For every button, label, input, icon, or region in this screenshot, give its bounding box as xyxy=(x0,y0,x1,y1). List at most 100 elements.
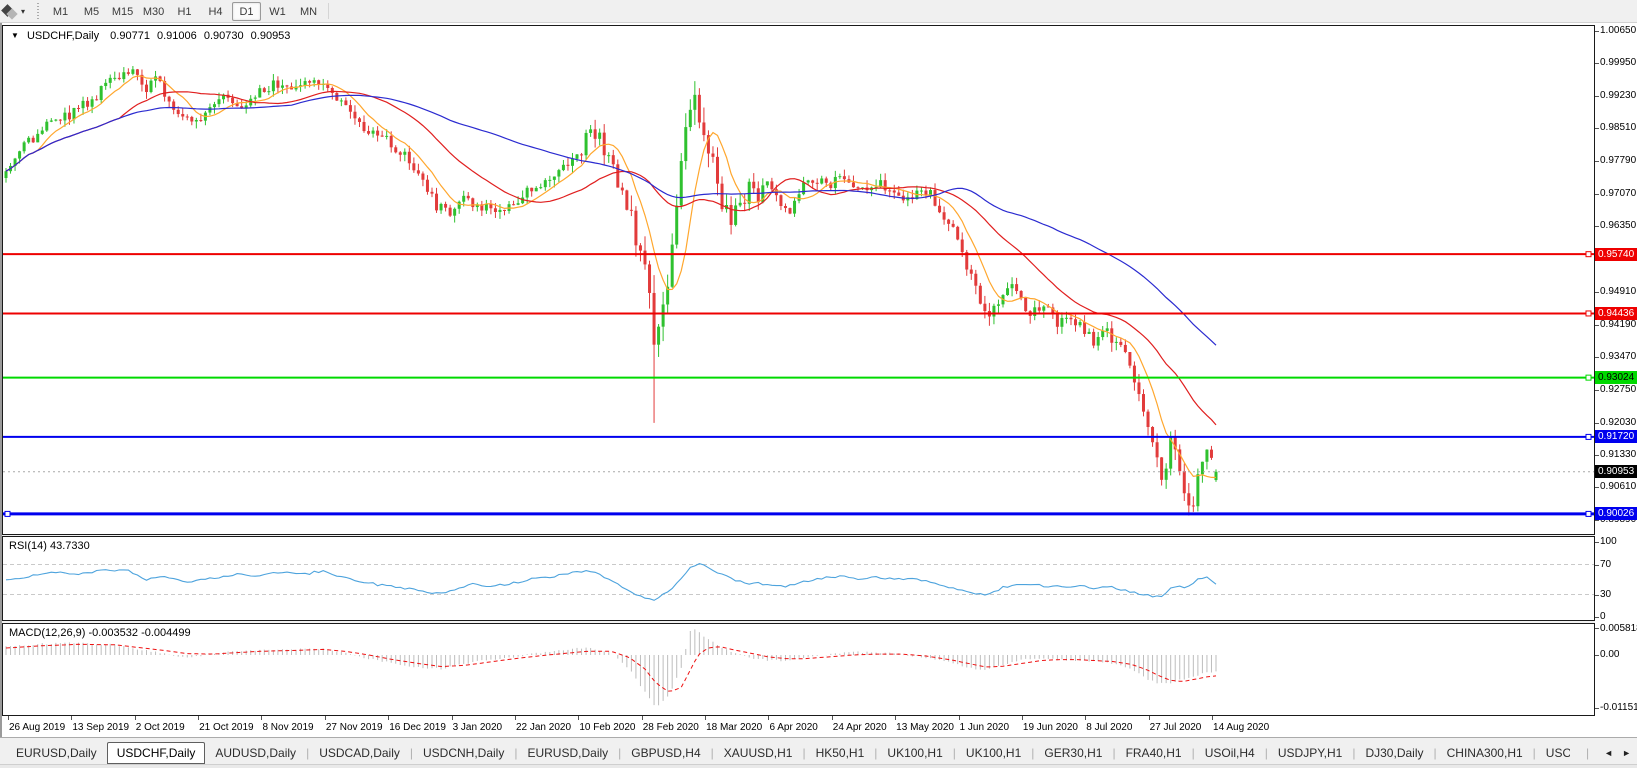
chart-tab-fra40-h1[interactable]: FRA40,H1 xyxy=(1122,743,1186,763)
price-axis-tick xyxy=(1595,422,1599,424)
hline-price-tag[interactable]: 0.90026 xyxy=(1595,507,1637,521)
time-axis-label: 27 Nov 2019 xyxy=(325,722,383,733)
tab-scroll-left-button[interactable]: ◄ xyxy=(1604,748,1613,758)
chart-tab-dj30-daily[interactable]: DJ30,Daily xyxy=(1361,743,1427,763)
macd-pane[interactable]: MACD(12,26,9) -0.003532 -0.004499 xyxy=(2,623,1595,716)
price-axis-tick xyxy=(1595,161,1599,162)
time-axis-label: 19 Jun 2020 xyxy=(1022,722,1078,733)
rsi-axis-tick xyxy=(1595,594,1599,596)
chart-tab-uk100-h1[interactable]: UK100,H1 xyxy=(883,743,946,763)
hline-price-tag[interactable]: 0.91720 xyxy=(1595,430,1637,444)
timeframe-w1[interactable]: W1 xyxy=(263,2,292,21)
time-axis-label: 24 Apr 2020 xyxy=(832,722,887,733)
price-axis-label: 0.97070 xyxy=(1600,187,1637,199)
timeframe-h4[interactable]: H4 xyxy=(201,2,230,21)
hline-handle[interactable] xyxy=(1585,510,1592,517)
hline-handle[interactable] xyxy=(1585,433,1592,440)
price-axis[interactable]: 1.00650 0.99950 0.99230 0.98510 0.97790 0.970… xyxy=(1595,25,1637,535)
tab-separator: | xyxy=(1031,746,1035,760)
time-axis-tick xyxy=(324,716,326,720)
draw-tool-icon[interactable] xyxy=(1,3,18,20)
rsi-axis-label: 30 xyxy=(1600,588,1612,600)
chart-tab-usdchf-daily[interactable]: USDCHF,Daily xyxy=(106,742,206,764)
timeframe-h1[interactable]: H1 xyxy=(170,2,199,21)
timeframe-m30[interactable]: M30 xyxy=(139,2,168,21)
chevron-down-icon[interactable]: ▾ xyxy=(21,7,25,16)
hline-price-tag[interactable]: 0.93024 xyxy=(1595,371,1637,385)
tab-separator: | xyxy=(1264,746,1268,760)
time-axis-label: 13 May 2020 xyxy=(896,722,954,733)
chart-tab-eurusd-daily[interactable]: EURUSD,Daily xyxy=(12,743,101,763)
tab-separator: | xyxy=(802,746,806,760)
time-axis[interactable]: 26 Aug 2019 13 Sep 2019 2 Oct 2019 21 Oct 2… xyxy=(2,716,1595,737)
time-axis-label: 8 Jul 2020 xyxy=(1086,722,1133,733)
chart-title: ▼ USDCHF,Daily 0.90771 0.91006 0.90730 0… xyxy=(11,30,290,42)
time-axis-tick xyxy=(705,716,707,720)
time-axis-tick xyxy=(1085,716,1087,720)
hline-handle[interactable] xyxy=(1585,310,1592,317)
rsi-axis-tick xyxy=(1595,542,1599,543)
time-axis-tick xyxy=(134,716,136,720)
rsi-pane[interactable]: RSI(14) 43.7330 xyxy=(2,536,1595,621)
chart-tab-eurusd-daily[interactable]: EURUSD,Daily xyxy=(523,743,612,763)
timeframe-mn[interactable]: MN xyxy=(294,2,323,21)
price-axis-tick xyxy=(1595,454,1599,456)
time-axis-tick xyxy=(261,716,263,720)
time-axis-tick xyxy=(514,716,516,720)
timeframe-toolbar-buttons: M1 M5 M15 M30 H1 H4 D1 W1 MN xyxy=(45,1,324,21)
time-axis-tick xyxy=(1148,716,1150,720)
rsi-axis[interactable]: 100 70 30 0 xyxy=(1595,536,1637,621)
chart-tab-xauusd-h1[interactable]: XAUUSD,H1 xyxy=(720,743,797,763)
macd-axis[interactable]: 0.005818 0.00 -0.01151 xyxy=(1595,623,1637,716)
chart-tab-uk100-h1[interactable]: UK100,H1 xyxy=(962,743,1025,763)
chart-tab-gbpusd-h4[interactable]: GBPUSD,H4 xyxy=(627,743,704,763)
time-axis-label: 16 Dec 2019 xyxy=(389,722,446,733)
chart-tab-usoil-h4[interactable]: USOil,H4 xyxy=(1201,743,1259,763)
tab-separator: | xyxy=(618,746,622,760)
time-axis-label: 14 Aug 2020 xyxy=(1213,722,1270,733)
time-axis-label: 21 Oct 2019 xyxy=(199,722,254,733)
tab-separator: | xyxy=(1352,746,1356,760)
tab-separator: | xyxy=(1586,746,1590,760)
chart-tab-hk50-h1[interactable]: HK50,H1 xyxy=(812,743,869,763)
timeframe-m15[interactable]: M15 xyxy=(108,2,137,21)
price-axis-tick xyxy=(1595,487,1599,489)
time-axis-label: 6 Apr 2020 xyxy=(769,722,818,733)
main-chart-pane[interactable]: ▼ USDCHF,Daily 0.90771 0.91006 0.90730 0… xyxy=(2,25,1595,535)
timeframe-m1[interactable]: M1 xyxy=(46,2,75,21)
macd-chart[interactable] xyxy=(3,624,1594,715)
collapse-triangle-icon[interactable]: ▼ xyxy=(11,31,19,40)
hline-handle[interactable] xyxy=(1585,251,1592,258)
timeframe-d1[interactable]: D1 xyxy=(232,1,262,21)
macd-axis-label: 0.00 xyxy=(1600,649,1620,660)
candlestick-chart[interactable] xyxy=(3,26,1594,534)
chart-tab-ger30-h1[interactable]: GER30,H1 xyxy=(1040,743,1106,763)
time-axis-label: 13 Sep 2019 xyxy=(72,722,130,733)
rsi-axis-label: 100 xyxy=(1600,536,1617,547)
time-axis-label: 22 Jan 2020 xyxy=(515,722,572,733)
time-axis-label: 28 Feb 2020 xyxy=(642,722,699,733)
chart-tab-china300-h1[interactable]: CHINA300,H1 xyxy=(1443,743,1527,763)
time-axis-tick xyxy=(831,716,833,720)
price-axis-label: 0.94190 xyxy=(1600,318,1637,330)
toolbar-separator xyxy=(328,3,330,19)
chart-tab-usdcnh-daily[interactable]: USDCNH,Daily xyxy=(419,743,508,763)
price-axis-label: 0.99950 xyxy=(1600,56,1637,68)
ohlc-close: 0.90953 xyxy=(250,30,291,42)
macd-axis-label: -0.01151 xyxy=(1600,702,1637,714)
hline-price-tag[interactable]: 0.94436 xyxy=(1595,306,1637,320)
chart-tab-usdcad-daily[interactable]: USDCAD,Daily xyxy=(315,743,404,763)
price-axis-tick xyxy=(1595,226,1599,228)
hline-handle[interactable] xyxy=(1585,374,1592,381)
toolbar-grip[interactable] xyxy=(37,3,40,19)
tab-scroll-right-button[interactable]: ► xyxy=(1622,748,1631,758)
chart-tab-audusd-daily[interactable]: AUDUSD,Daily xyxy=(211,743,300,763)
time-axis-tick xyxy=(578,716,580,720)
timeframe-m5[interactable]: M5 xyxy=(77,2,106,21)
time-axis-label: 1 Jun 2020 xyxy=(959,722,1010,733)
rsi-chart[interactable] xyxy=(3,537,1594,620)
hline-handle[interactable] xyxy=(4,510,11,517)
chart-tab-usdjpy-h1[interactable]: USDJPY,H1 xyxy=(1274,743,1346,763)
time-axis-tick xyxy=(198,716,200,720)
hline-price-tag[interactable]: 0.95740 xyxy=(1595,247,1637,261)
